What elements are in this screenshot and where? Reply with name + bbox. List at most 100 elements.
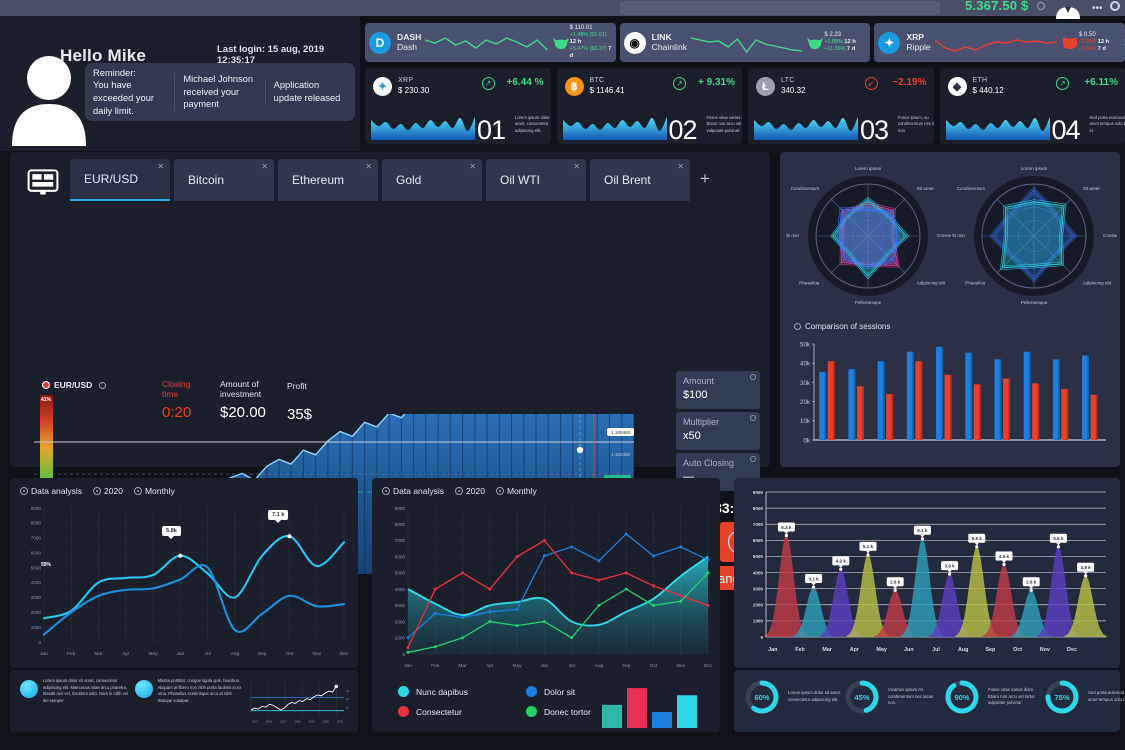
amount-field[interactable]: Amount $100	[676, 371, 760, 409]
tab-oil-wti[interactable]: Oil WTI ✕	[486, 159, 586, 201]
y-tick: 6000	[753, 538, 764, 543]
toggle-icon[interactable]	[20, 487, 28, 495]
donut-stat: 45% Vivamus ipsum mi, condimentum nec lac…	[842, 677, 942, 717]
price-label: 1.189460	[607, 428, 635, 436]
year-group[interactable]: 2020	[455, 486, 485, 496]
y-tick: 1000	[31, 625, 42, 630]
chart-year: 2020	[104, 486, 123, 496]
ticker-sparkline	[935, 30, 1057, 56]
multi-line-chart[interactable]: 9000 8000 7000 6000 5000 4000 3000 2000 1000 0 Jan…	[380, 504, 714, 676]
crypto-card-eth[interactable]: ◆ ETH $ 440.12 ↗ +6.11% 04 Sed porta eui…	[939, 68, 1125, 144]
monitor-icon[interactable]	[20, 163, 66, 201]
bell-annotation: 2.9 k	[890, 580, 901, 585]
y-tick: 9000	[753, 490, 764, 495]
card-change-percent: −2.19%	[892, 77, 927, 88]
info-icon[interactable]	[750, 374, 756, 380]
chart-annotation: 7.1 k	[268, 510, 289, 523]
tab-bitcoin[interactable]: Bitcoin ✕	[174, 159, 274, 201]
card-number: 04	[1051, 115, 1081, 144]
notification-item[interactable]: Reminder: You have exceeded your daily l…	[85, 67, 174, 117]
ticker-change-12h: -1.20% 12 h	[1079, 39, 1110, 46]
up-arrow-icon: ↗	[481, 77, 495, 90]
legend-item[interactable]: Consectetur	[398, 706, 526, 717]
legend-label: Dolor sit	[544, 686, 576, 697]
notification-item[interactable]: Application update released	[264, 79, 355, 105]
tab-oil-brent[interactable]: Oil Brent ✕	[590, 159, 690, 201]
donut-description: Lorem ipsum dolor sit amet, consectetur …	[788, 690, 842, 702]
search-input[interactable]	[620, 1, 940, 15]
toggle-icon[interactable]	[382, 487, 390, 495]
sessions-bar-chart[interactable]: 0k 10k 20k 30k 40k 50k	[792, 338, 1110, 456]
radar-axis-label: Lorem ipsum	[1021, 166, 1048, 171]
visibility-icon[interactable]	[99, 381, 107, 389]
y-tick: 4000	[31, 580, 42, 585]
ticker-sparkline	[425, 30, 547, 56]
toggle-icon[interactable]	[495, 487, 504, 495]
period-group[interactable]: Monthly	[133, 486, 175, 496]
ticker-change-7d: -3.90% 7 d	[1079, 46, 1106, 53]
xrp-coin-icon: ✦	[878, 31, 901, 54]
toggle-icon[interactable]	[133, 487, 142, 495]
legend-item[interactable]: Nunc dapibus	[398, 686, 526, 697]
y-tick: 0	[402, 652, 405, 657]
y-tick: 20	[346, 697, 350, 701]
line-chart-left[interactable]: 9000 8000 7000 6000 5000 4000 3000 2000 1000 0 Jan…	[18, 504, 350, 664]
y-tick: 2000	[753, 603, 764, 608]
period-group[interactable]: Monthly	[495, 486, 537, 496]
notification-item[interactable]: Michael Johnson received your payment	[174, 73, 264, 111]
y-tick: 4000	[753, 570, 764, 575]
close-icon[interactable]: ✕	[261, 162, 268, 171]
more-dots-icon[interactable]: •••	[1092, 3, 1103, 14]
close-icon[interactable]: ✕	[157, 162, 164, 171]
ticker-price: $ 0.50	[1079, 31, 1096, 38]
data-analysis-left-panel: Data analysis 2020 Monthly 9000 8000 7000 6…	[10, 478, 358, 668]
chart-year: 2020	[466, 486, 485, 496]
toggle-icon[interactable]	[455, 487, 464, 495]
close-icon[interactable]: ✕	[365, 162, 372, 171]
ticker-row: D DASH Dash $ 110.01 +1.48% ($1.61) 12 h +5.4…	[365, 23, 1125, 62]
crypto-card-xrp[interactable]: ✦ XRP $ 230.30 ↗ +6.44 % 01 Lorem ipsum …	[365, 68, 551, 144]
link-coin-icon: ◉	[623, 31, 646, 54]
add-tab-button[interactable]: +	[700, 169, 710, 189]
toggle-icon[interactable]	[794, 323, 801, 330]
field-label: Multiplier	[683, 417, 720, 427]
up-arrow-icon: ↗	[1056, 77, 1069, 90]
bell-annotation: 6.3 k	[781, 525, 792, 530]
y-tick: 1000	[753, 619, 764, 624]
x-tick: Aug	[595, 663, 604, 669]
multiplier-field[interactable]: Multiplier x50	[676, 412, 760, 450]
ticker-link[interactable]: ◉ LINK Chainlink $ 2.23 +0.88% 12 h +11.36% 7…	[619, 23, 871, 62]
close-icon[interactable]: ✕	[469, 162, 476, 171]
balance-info-icon[interactable]	[1037, 2, 1045, 10]
donut-value: 60%	[754, 692, 770, 702]
tab-eur-usd[interactable]: EUR/USD ✕	[70, 159, 170, 201]
close-icon[interactable]: ✕	[677, 162, 684, 171]
info-icon[interactable]	[750, 415, 756, 421]
info-icon[interactable]	[750, 456, 756, 462]
card-description: Sed porta euismod mi, sit amet tempus od…	[1089, 115, 1125, 133]
crypto-card-btc[interactable]: ฿ BTC $ 1146.41 ↗ + 9.31% 02 Fusce vitae…	[556, 68, 742, 144]
tab-gold[interactable]: Gold ✕	[382, 159, 482, 201]
info-blocks: Lorem ipsum dolor sit amet, consectetur …	[20, 678, 350, 729]
donut-stats-panel: 60% Lorem ipsum dolor sit amet, consectet…	[734, 670, 1125, 732]
legend-swatch	[526, 686, 537, 697]
donut-row: 60% Lorem ipsum dolor sit amet, consectet…	[742, 677, 1125, 717]
radar-axis-label: Morbi non	[952, 233, 965, 238]
crypto-card-ltc[interactable]: Ł LTC 340.32 ↙ −2.19% 03 Fusce ipsum, eu…	[748, 68, 934, 144]
mini-bar	[677, 695, 697, 728]
tab-ethereum[interactable]: Ethereum ✕	[278, 159, 378, 201]
close-icon[interactable]: ✕	[573, 162, 580, 171]
ticker-xrp[interactable]: ✦XRPRipple$ 0.50-1.20% 12 h-3.90% 7 d›	[874, 23, 1125, 62]
bell-curves-chart[interactable]: 9000 8000 7000 6000 5000 4000 3000 2000 1000 0 6.3…	[740, 486, 1114, 661]
y-tick: 5000	[395, 571, 406, 576]
toggle-icon[interactable]	[93, 487, 102, 495]
user-avatar-icon[interactable]	[1052, 0, 1084, 19]
year-group[interactable]: 2020	[93, 486, 123, 496]
stat-label: Profit	[287, 381, 307, 391]
x-tick: Feb	[67, 651, 76, 657]
ticker-dash[interactable]: D DASH Dash $ 110.01 +1.48% ($1.61) 12 h +5.4…	[365, 23, 616, 62]
card-change-percent: +6.44 %	[506, 77, 544, 88]
gear-icon[interactable]	[1110, 1, 1120, 11]
y-tick: 50k	[800, 341, 811, 348]
radar-axis-label: Condimentum	[791, 186, 820, 191]
